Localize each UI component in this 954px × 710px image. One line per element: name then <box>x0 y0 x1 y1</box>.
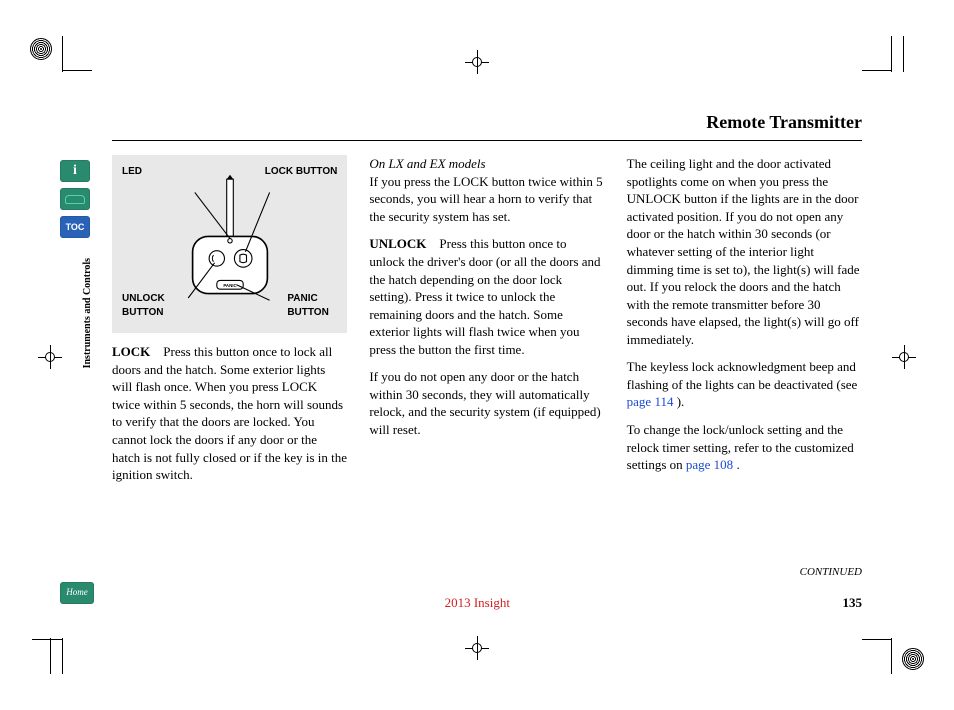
col2-p1: If you press the LOCK button twice withi… <box>369 173 604 226</box>
info-button[interactable] <box>60 160 90 182</box>
crosshair-right <box>892 345 916 369</box>
crop-mark <box>891 36 892 72</box>
diagram-label-panic: PANIC BUTTON <box>287 292 337 319</box>
registration-mark-tl <box>30 38 80 88</box>
crosshair-left <box>38 345 62 369</box>
page-number: 135 <box>843 594 863 612</box>
unlock-paragraph: UNLOCK Press this button once to unlock … <box>369 235 604 358</box>
crop-mark <box>62 70 92 71</box>
crosshair-top <box>465 50 489 74</box>
column-2: On LX and EX models If you press the LOC… <box>369 155 604 493</box>
crop-mark <box>62 638 63 674</box>
page-link-114[interactable]: page 114 <box>627 394 674 409</box>
page-link-108[interactable]: page 108 <box>686 457 733 472</box>
col3-p3: To change the lock/unlock setting and th… <box>627 421 862 474</box>
page-footer: 2013 Insight 135 <box>112 594 862 612</box>
models-note: On LX and EX models <box>369 155 604 173</box>
section-tab: Instruments and Controls <box>82 258 93 368</box>
registration-mark-br <box>902 648 924 670</box>
crop-mark <box>50 638 51 674</box>
crop-mark <box>32 639 62 640</box>
crop-mark <box>62 36 63 72</box>
crop-mark <box>903 36 904 72</box>
col3-p1: The ceiling light and the door activated… <box>627 155 862 348</box>
col2-p3: If you do not open any door or the hatch… <box>369 368 604 438</box>
pdf-sidebar <box>60 160 94 244</box>
key-illustration: PANIC <box>175 163 285 323</box>
column-1: LED LOCK BUTTON UNLOCK BUTTON PANIC BUTT… <box>112 155 347 493</box>
col3-p2: The keyless lock acknowledgment beep and… <box>627 358 862 411</box>
diagram-label-unlock: UNLOCK BUTTON <box>122 292 172 319</box>
key-diagram: LED LOCK BUTTON UNLOCK BUTTON PANIC BUTT… <box>112 155 347 333</box>
diagram-label-led: LED <box>122 165 142 179</box>
lock-text: Press this button once to lock all doors… <box>112 344 347 482</box>
crop-mark <box>891 638 892 674</box>
crop-mark <box>862 639 892 640</box>
svg-text:PANIC: PANIC <box>223 283 237 288</box>
vehicle-button[interactable] <box>60 188 90 210</box>
crop-mark <box>862 70 892 71</box>
crosshair-bottom <box>465 636 489 660</box>
page-title: Remote Transmitter <box>112 110 862 141</box>
home-button[interactable] <box>60 582 94 604</box>
lock-label: LOCK <box>112 344 150 359</box>
continued-label: CONTINUED <box>800 565 862 580</box>
unlock-label: UNLOCK <box>369 236 426 251</box>
column-3: The ceiling light and the door activated… <box>627 155 862 493</box>
toc-button[interactable] <box>60 216 90 238</box>
lock-paragraph: LOCK Press this button once to lock all … <box>112 343 347 483</box>
page-body: Remote Transmitter LED LOCK BUTTON UNLOC… <box>112 110 862 620</box>
model-year: 2013 Insight <box>445 594 510 612</box>
unlock-text: Press this button once to unlock the dri… <box>369 236 600 356</box>
